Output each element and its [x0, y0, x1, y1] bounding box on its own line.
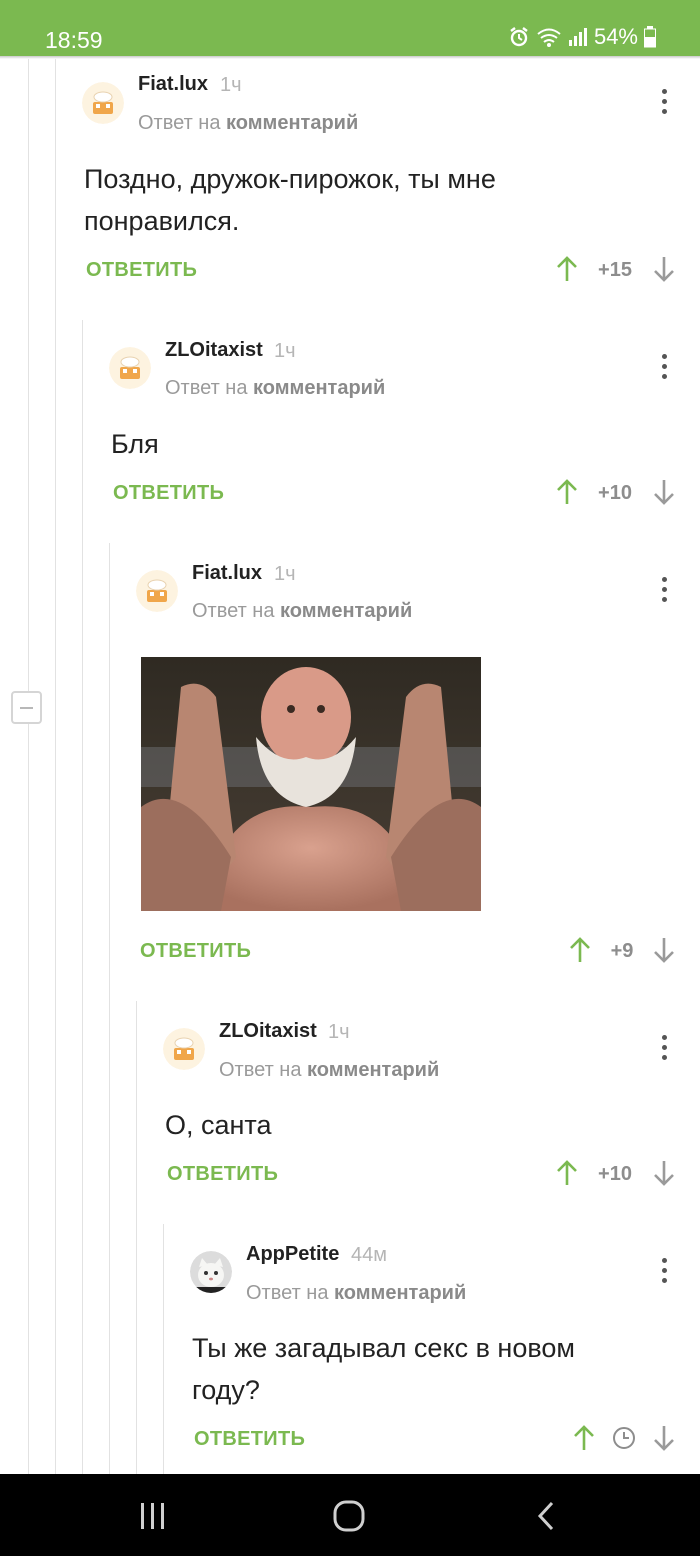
recents-icon[interactable]	[139, 1501, 167, 1531]
menu-dots-icon[interactable]	[659, 354, 669, 384]
battery-percent: 54%	[593, 24, 638, 49]
comment-time: 44м	[351, 1244, 387, 1266]
comment-author[interactable]: ZLOitaxist	[219, 1020, 317, 1043]
comment-time: 1ч	[220, 74, 242, 96]
avatar[interactable]	[190, 1251, 232, 1293]
rating: +15	[598, 259, 632, 281]
reply-to-prefix: Ответ на	[246, 1282, 329, 1304]
reply-to-prefix: Ответ на	[138, 112, 221, 134]
reply-button[interactable]: ОТВЕТИТЬ	[140, 940, 251, 963]
down-arrow-icon[interactable]	[653, 1160, 675, 1186]
comment-text: Ты же загадывал секс в новом году?	[192, 1333, 575, 1405]
up-arrow-icon[interactable]	[569, 937, 591, 963]
battery-icon	[644, 26, 656, 48]
comment-author[interactable]: Fiat.lux	[138, 73, 208, 96]
reply-to-link[interactable]: комментарий	[253, 377, 385, 399]
collapse-thread-button[interactable]	[11, 691, 42, 724]
comment-time: 1ч	[274, 340, 296, 362]
comment-text: Бля	[111, 429, 159, 459]
clock-icon	[613, 1427, 635, 1449]
up-arrow-icon[interactable]	[556, 1160, 578, 1186]
chef-hat-avatar-icon	[163, 1028, 205, 1070]
alarm-icon	[510, 27, 528, 47]
reply-button[interactable]: ОТВЕТИТЬ	[113, 482, 224, 505]
rating: +10	[598, 1163, 632, 1185]
avatar[interactable]	[109, 347, 151, 389]
cat-avatar-icon	[190, 1251, 232, 1293]
up-arrow-icon[interactable]	[573, 1425, 595, 1451]
reply-button[interactable]: ОТВЕТИТЬ	[194, 1428, 305, 1451]
home-icon[interactable]	[333, 1500, 365, 1532]
down-arrow-icon[interactable]	[653, 937, 675, 963]
comment-text: О, санта	[165, 1110, 272, 1140]
comment-author[interactable]: AppPetite	[246, 1243, 339, 1266]
chef-hat-avatar-icon	[82, 82, 124, 124]
comment-author[interactable]: ZLOitaxist	[165, 339, 263, 362]
menu-dots-icon[interactable]	[659, 1258, 669, 1288]
reply-to-prefix: Ответ на	[192, 600, 275, 622]
wifi-icon	[537, 28, 561, 47]
menu-dots-icon[interactable]	[659, 89, 669, 119]
reply-button[interactable]: ОТВЕТИТЬ	[86, 259, 197, 282]
down-arrow-icon[interactable]	[653, 1425, 675, 1451]
comment-time: 1ч	[274, 563, 296, 585]
back-icon[interactable]	[536, 1501, 556, 1531]
reply-to-link[interactable]: комментарий	[307, 1059, 439, 1081]
reply-to-link[interactable]: комментарий	[334, 1282, 466, 1304]
up-arrow-icon[interactable]	[556, 479, 578, 505]
navigation-bar	[0, 1474, 700, 1556]
rating: +9	[610, 940, 634, 962]
down-arrow-icon[interactable]	[653, 479, 675, 505]
avatar[interactable]	[163, 1028, 205, 1070]
up-arrow-icon[interactable]	[556, 256, 578, 282]
chef-hat-avatar-icon	[136, 570, 178, 612]
avatar[interactable]	[136, 570, 178, 612]
down-arrow-icon[interactable]	[653, 256, 675, 282]
reply-to-prefix: Ответ на	[219, 1059, 302, 1081]
rating: +10	[598, 482, 632, 504]
comment-time: 1ч	[328, 1021, 350, 1043]
reply-button[interactable]: ОТВЕТИТЬ	[167, 1163, 278, 1186]
status-bar: 18:59 54%	[0, 0, 700, 59]
reply-to-prefix: Ответ на	[165, 377, 248, 399]
menu-dots-icon[interactable]	[659, 1035, 669, 1065]
comment-text: Поздно, дружок-пирожок, ты мне понравилс…	[84, 164, 496, 236]
chef-hat-avatar-icon	[109, 347, 151, 389]
signal-icon	[568, 28, 587, 46]
status-time: 18:59	[45, 27, 103, 53]
reply-to-link[interactable]: комментарий	[280, 600, 412, 622]
comment-image[interactable]	[141, 657, 481, 911]
reply-to-link[interactable]: комментарий	[226, 112, 358, 134]
avatar[interactable]	[82, 82, 124, 124]
comment-author[interactable]: Fiat.lux	[192, 562, 262, 585]
menu-dots-icon[interactable]	[659, 577, 669, 607]
